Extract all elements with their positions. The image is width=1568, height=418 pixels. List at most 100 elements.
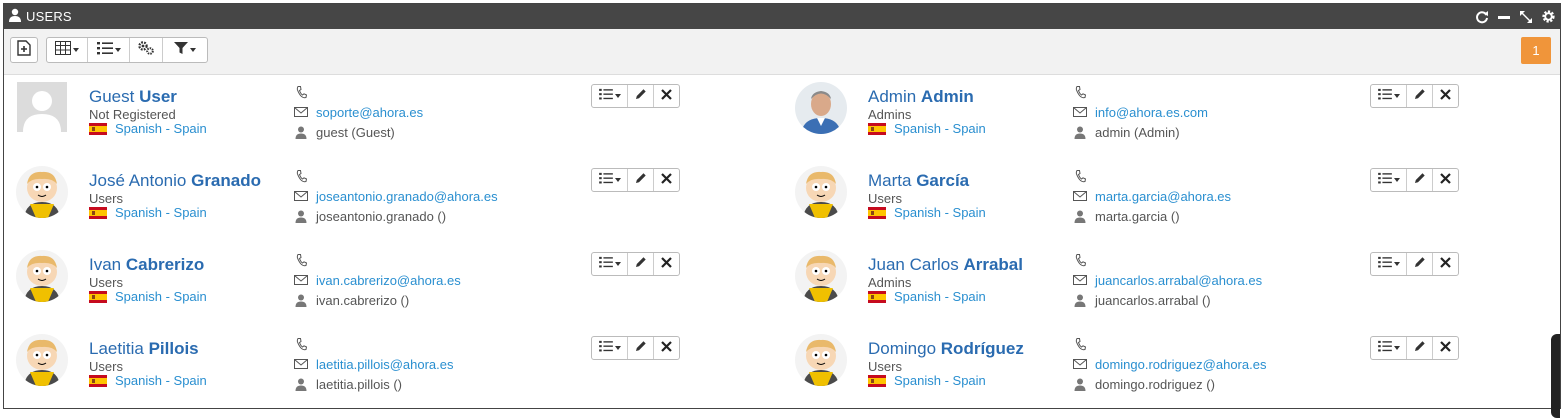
delete-button[interactable]	[654, 337, 679, 359]
user-card: Ivan Cabrerizo Users Spanish - Spain iva…	[4, 244, 782, 328]
gear-icon[interactable]	[1540, 9, 1556, 25]
user-name[interactable]: Admin Admin	[868, 87, 974, 107]
envelope-icon	[294, 275, 308, 285]
email-link[interactable]: domingo.rodriguez@ahora.es	[1095, 357, 1266, 372]
first-name: Admin	[868, 87, 917, 106]
avatar[interactable]	[16, 334, 68, 386]
view-options-group	[46, 37, 208, 63]
edit-button[interactable]	[628, 337, 654, 359]
chevron-down-icon	[1393, 346, 1400, 350]
email-link[interactable]: marta.garcia@ahora.es	[1095, 189, 1231, 204]
delete-button[interactable]	[1433, 337, 1458, 359]
row-menu-dropdown[interactable]	[1371, 253, 1407, 275]
user-language[interactable]: Spanish - Spain	[868, 289, 986, 304]
login-row: domingo.rodriguez ()	[1073, 374, 1266, 394]
avatar-placeholder[interactable]	[17, 82, 67, 132]
delete-button[interactable]	[1433, 253, 1458, 275]
first-name: Guest	[89, 87, 135, 106]
pencil-icon	[635, 339, 647, 357]
row-menu-dropdown[interactable]	[1371, 337, 1407, 359]
login-row: ivan.cabrerizo ()	[294, 290, 461, 310]
user-icon	[1073, 294, 1087, 307]
list-view-dropdown[interactable]	[88, 38, 130, 62]
row-menu-dropdown[interactable]	[592, 337, 628, 359]
email-link[interactable]: info@ahora.es.com	[1095, 105, 1208, 120]
user-card: Admin Admin Admins Spanish - Spain info@…	[783, 76, 1561, 160]
user-name[interactable]: Guest User	[89, 87, 177, 107]
email-link[interactable]: soporte@ahora.es	[316, 105, 423, 120]
user-language[interactable]: Spanish - Spain	[868, 373, 986, 388]
user-name[interactable]: Juan Carlos Arrabal	[868, 255, 1023, 275]
edit-button[interactable]	[628, 253, 654, 275]
user-name[interactable]: Laetitia Pillois	[89, 339, 199, 359]
email-link[interactable]: juancarlos.arrabal@ahora.es	[1095, 273, 1262, 288]
edit-button[interactable]	[1407, 253, 1433, 275]
row-menu-dropdown[interactable]	[592, 253, 628, 275]
user-language[interactable]: Spanish - Spain	[89, 289, 207, 304]
user-name[interactable]: Marta García	[868, 171, 969, 191]
grid-icon	[55, 40, 71, 60]
close-icon	[1440, 87, 1451, 105]
grid-view-dropdown[interactable]	[47, 38, 88, 62]
users-panel: USERS 1 Guest User Not Registered Spanis…	[3, 3, 1561, 418]
avatar[interactable]	[795, 82, 847, 134]
last-name: Rodríguez	[940, 339, 1024, 358]
user-language[interactable]: Spanish - Spain	[89, 205, 207, 220]
row-menu-dropdown[interactable]	[1371, 85, 1407, 107]
user-language[interactable]: Spanish - Spain	[868, 121, 986, 136]
phone-row	[294, 166, 498, 186]
user-name[interactable]: José Antonio Granado	[89, 171, 261, 191]
phone-icon	[1073, 85, 1087, 99]
first-name: Marta	[868, 171, 912, 190]
row-menu-dropdown[interactable]	[592, 85, 628, 107]
user-name[interactable]: Ivan Cabrerizo	[89, 255, 204, 275]
chevron-down-icon	[614, 94, 621, 98]
user-language[interactable]: Spanish - Spain	[89, 121, 207, 136]
filter-dropdown[interactable]	[163, 38, 207, 62]
edit-button[interactable]	[1407, 85, 1433, 107]
row-menu-dropdown[interactable]	[1371, 169, 1407, 191]
delete-button[interactable]	[654, 85, 679, 107]
contact-info: marta.garcia@ahora.es marta.garcia ()	[1073, 166, 1231, 226]
avatar[interactable]	[795, 166, 847, 218]
language-label: Spanish - Spain	[894, 373, 986, 388]
edit-button[interactable]	[628, 169, 654, 191]
delete-button[interactable]	[1433, 85, 1458, 107]
delete-button[interactable]	[1433, 169, 1458, 191]
avatar[interactable]	[16, 250, 68, 302]
email-link[interactable]: joseantonio.granado@ahora.es	[316, 189, 498, 204]
row-menu-dropdown[interactable]	[592, 169, 628, 191]
pencil-icon	[1414, 339, 1426, 357]
phone-icon	[1073, 253, 1087, 267]
envelope-icon	[1073, 107, 1087, 117]
language-label: Spanish - Spain	[115, 373, 207, 388]
edit-button[interactable]	[628, 85, 654, 107]
avatar[interactable]	[795, 334, 847, 386]
avatar[interactable]	[795, 250, 847, 302]
delete-button[interactable]	[654, 169, 679, 191]
user-icon	[1073, 126, 1087, 139]
avatar[interactable]	[16, 166, 68, 218]
window-title: USERS	[26, 9, 72, 24]
delete-button[interactable]	[654, 253, 679, 275]
edit-button[interactable]	[1407, 337, 1433, 359]
add-user-button[interactable]	[10, 37, 38, 63]
email-link[interactable]: laetitia.pillois@ahora.es	[316, 357, 454, 372]
phone-icon	[294, 169, 308, 183]
page-number-badge[interactable]: 1	[1521, 37, 1551, 64]
refresh-icon[interactable]	[1474, 9, 1490, 25]
user-language[interactable]: Spanish - Spain	[868, 205, 986, 220]
title-bar: USERS	[4, 4, 1560, 29]
edit-button[interactable]	[1407, 169, 1433, 191]
email-link[interactable]: ivan.cabrerizo@ahora.es	[316, 273, 461, 288]
minimize-icon[interactable]	[1496, 9, 1512, 25]
phone-row	[1073, 334, 1266, 354]
email-row: juancarlos.arrabal@ahora.es	[1073, 270, 1262, 290]
expand-icon[interactable]	[1518, 9, 1534, 25]
settings-button[interactable]	[130, 38, 163, 62]
side-tab[interactable]	[1551, 334, 1560, 418]
envelope-icon	[1073, 191, 1087, 201]
user-name[interactable]: Domingo Rodríguez	[868, 339, 1024, 359]
user-group: Not Registered	[89, 107, 176, 122]
user-language[interactable]: Spanish - Spain	[89, 373, 207, 388]
